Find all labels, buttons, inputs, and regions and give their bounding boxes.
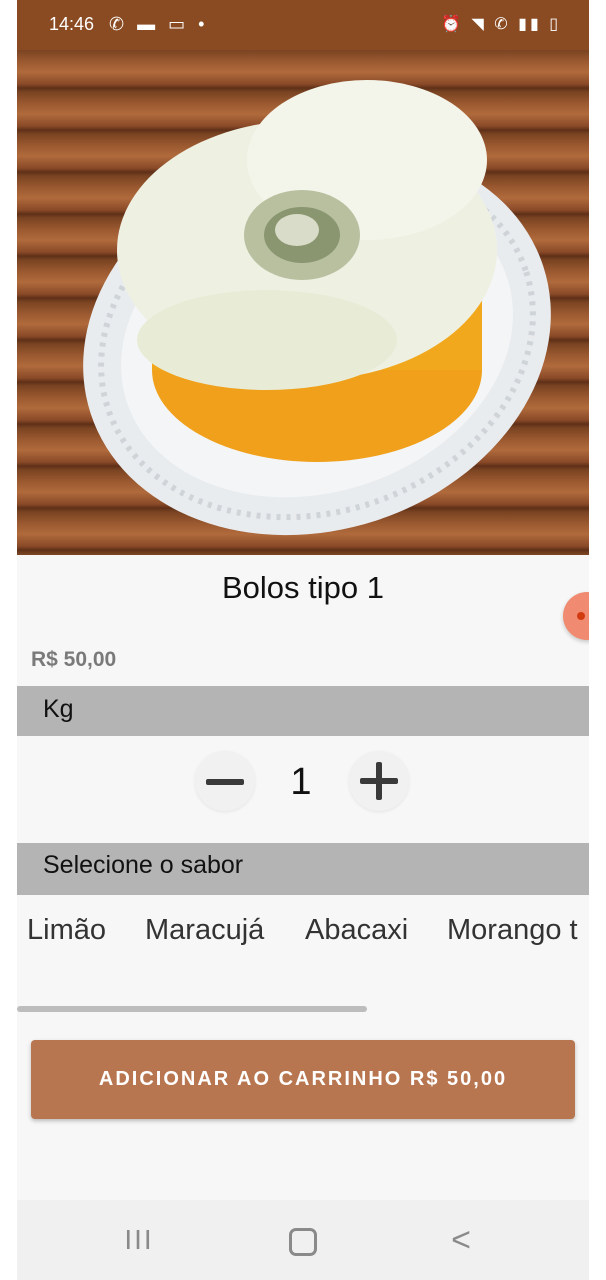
back-button[interactable]: < [431, 1218, 491, 1262]
quantity-value: 1 [290, 761, 312, 803]
home-button[interactable] [271, 1218, 331, 1262]
home-icon [289, 1228, 317, 1256]
cake-photo-icon [83, 80, 551, 536]
notification-icons: ✆ ▬ ▭ • [109, 14, 209, 34]
flavor-option-abacaxi[interactable]: Abacaxi [305, 914, 408, 947]
status-bar: 14:46 ✆ ▬ ▭ • ⏰ ◥ ✆ ▮▮ ▯ [17, 0, 589, 50]
app-screen: 14:46 ✆ ▬ ▭ • ⏰ ◥ ✆ ▮▮ ▯ Bolos tipo 1 R$… [17, 0, 589, 1280]
horizontal-scrollbar[interactable] [17, 1006, 367, 1012]
product-price: R$ 50,00 [31, 648, 117, 671]
flavor-list: Limão Maracujá Abacaxi Morango t [17, 910, 589, 960]
quantity-stepper: 1 [17, 745, 589, 825]
product-image [17, 50, 589, 555]
plus-icon-vertical [376, 762, 382, 800]
flavor-section-label: Selecione o sabor [43, 851, 244, 879]
unit-section-header: Kg [17, 686, 589, 736]
status-time: 14:46 [49, 14, 95, 34]
flavor-option-limao[interactable]: Limão [27, 914, 106, 947]
system-status-icons: ⏰ ◥ ✆ ▮▮ ▯ [441, 16, 561, 33]
increase-quantity-button[interactable] [349, 751, 409, 811]
decrease-quantity-button[interactable] [195, 751, 255, 811]
minus-icon [206, 779, 244, 785]
system-navigation-bar: III < [17, 1200, 589, 1280]
flavor-option-maracuja[interactable]: Maracujá [145, 914, 264, 947]
recent-apps-button[interactable]: III [109, 1218, 169, 1262]
flavor-section-header: Selecione o sabor [17, 843, 589, 895]
add-to-cart-button[interactable]: ADICIONAR AO CARRINHO R$ 50,00 [31, 1040, 575, 1119]
product-title: Bolos tipo 1 [222, 570, 384, 605]
flavor-option-morango[interactable]: Morango t [447, 914, 578, 947]
dot-icon [577, 612, 585, 620]
unit-label: Kg [43, 695, 74, 723]
